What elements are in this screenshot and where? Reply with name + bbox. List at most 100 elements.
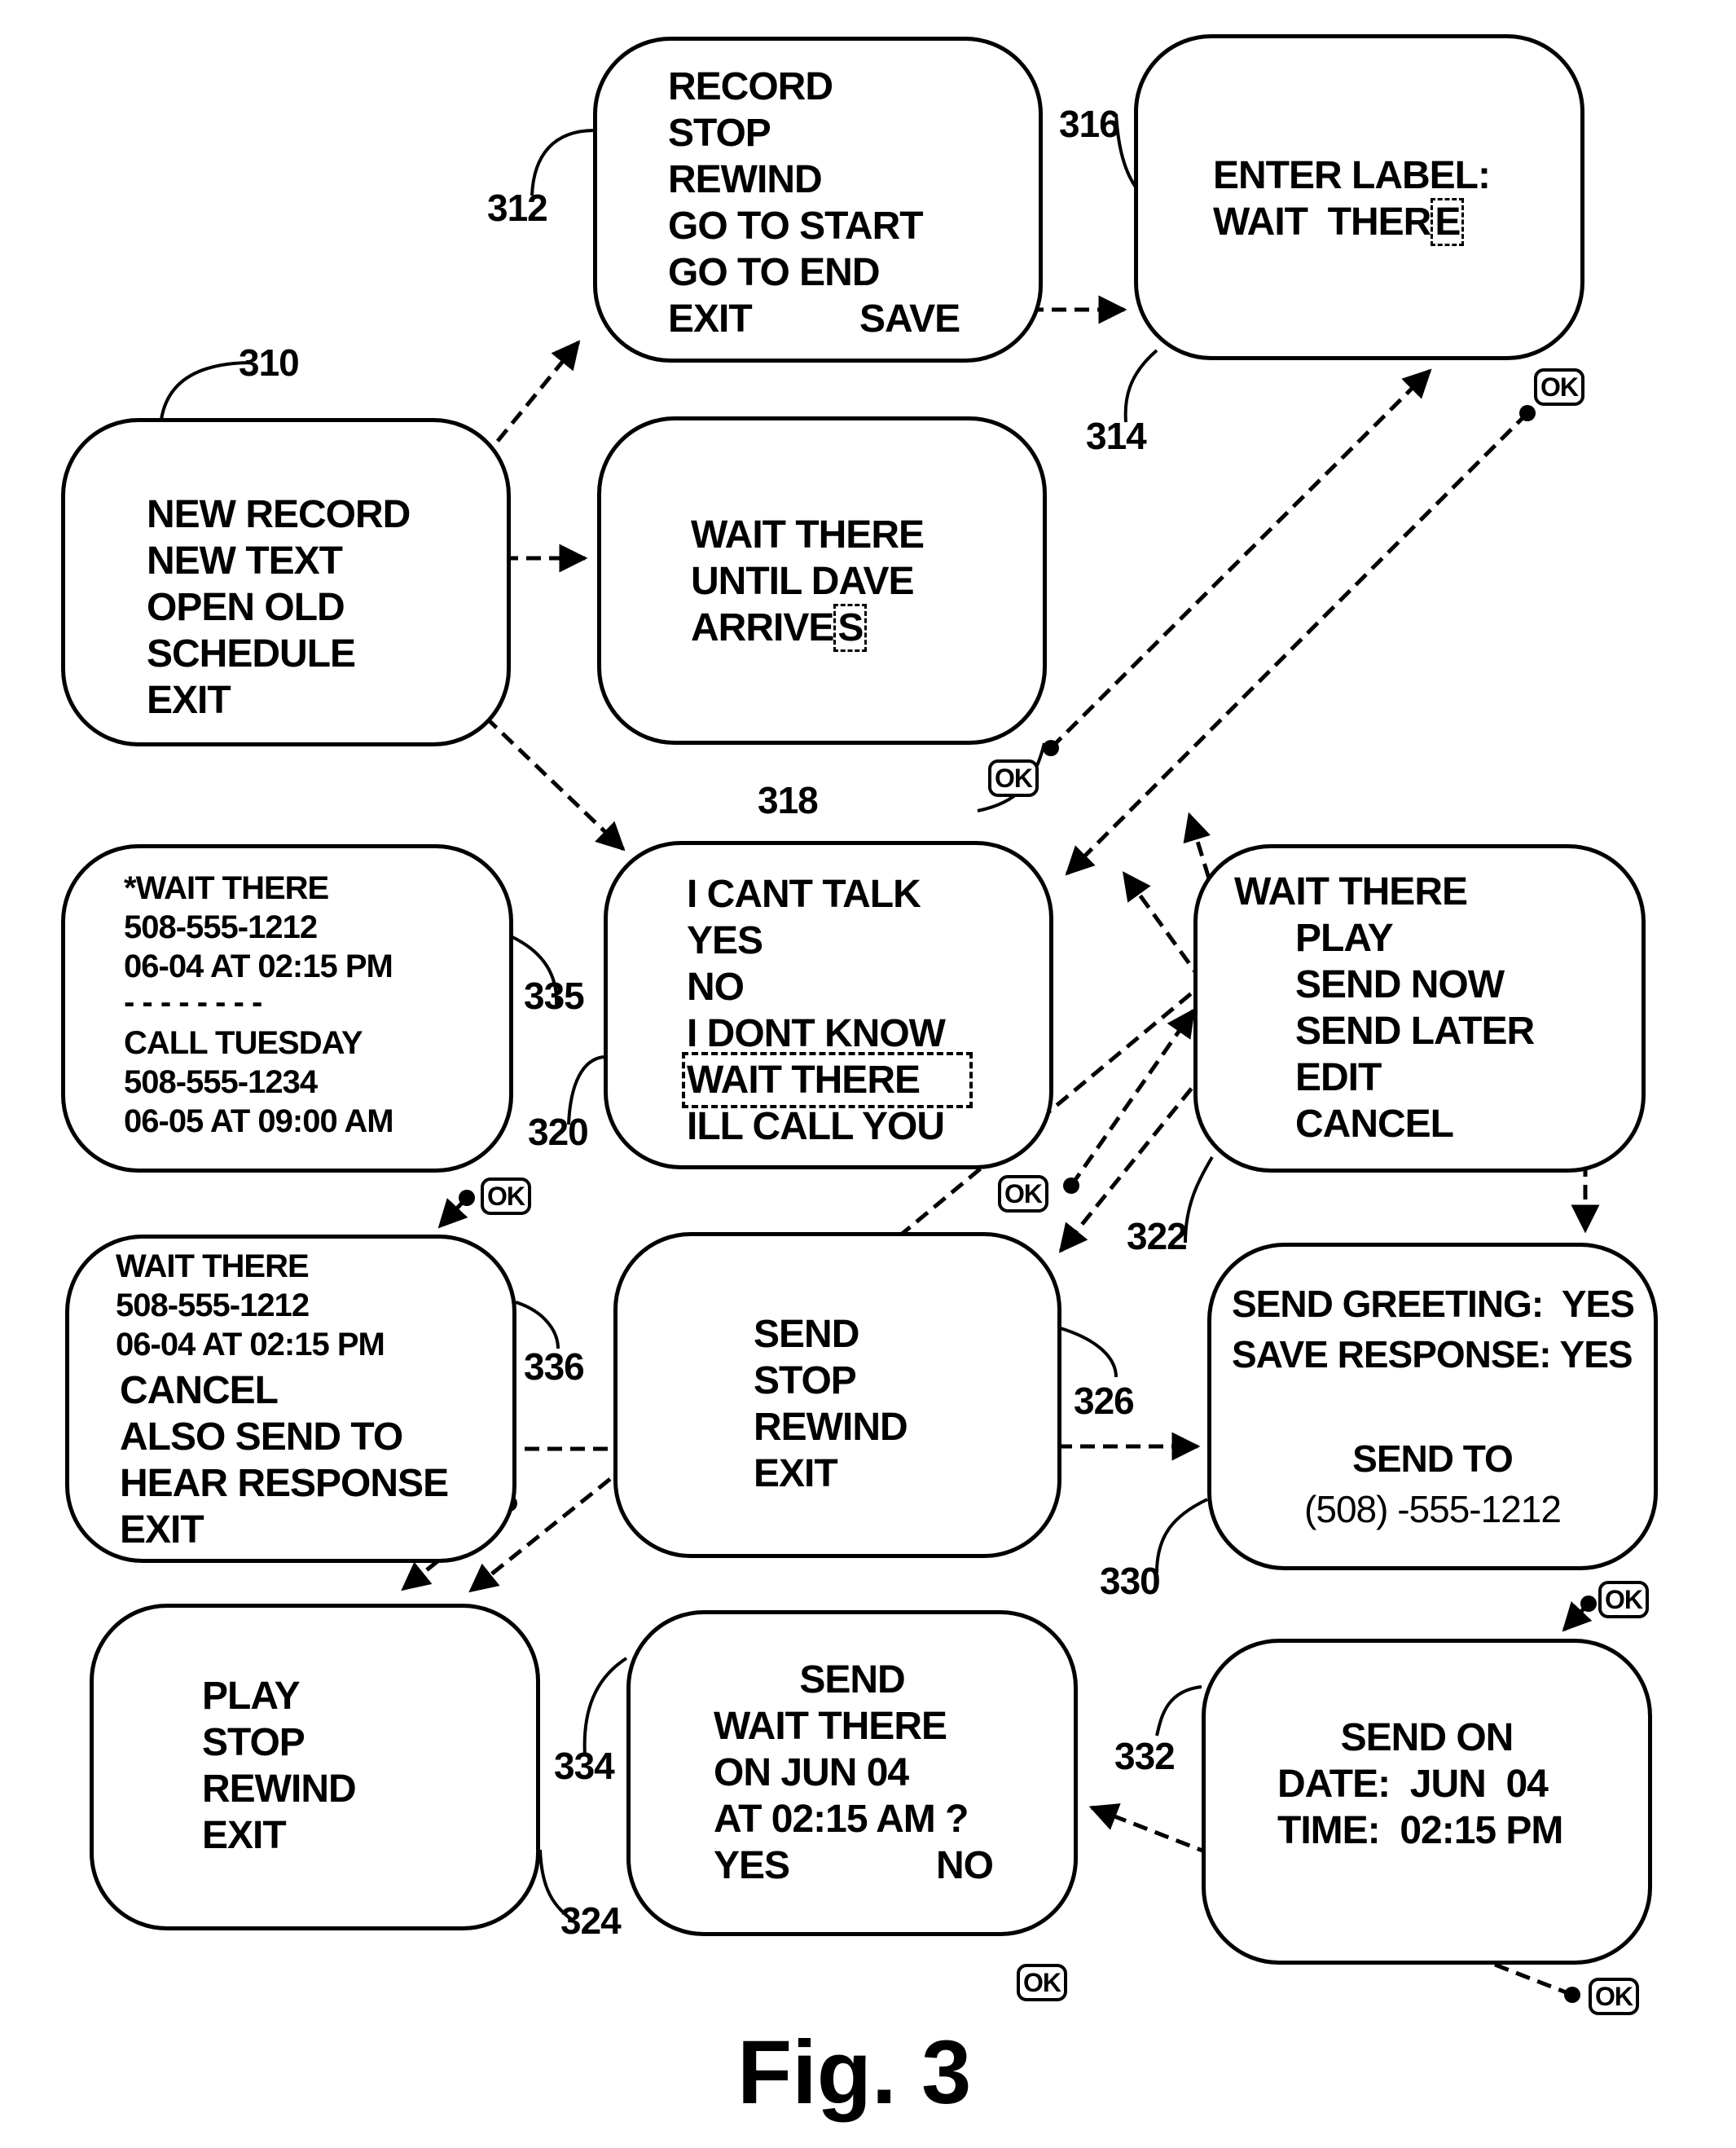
control-play[interactable]: PLAY	[202, 1673, 301, 1719]
action-send-later[interactable]: SEND LATER	[1295, 1008, 1535, 1054]
action-cancel[interactable]: CANCEL	[1295, 1101, 1454, 1147]
option-hear-response[interactable]: HEAR RESPONSE	[120, 1460, 449, 1507]
schedule-time[interactable]: TIME: 02:15 PM	[1277, 1807, 1563, 1854]
text-line-3: ARRIVE	[691, 606, 834, 649]
screen-326-send-controls: SEND STOP REWIND EXIT	[613, 1232, 1061, 1558]
action-play[interactable]: PLAY	[1295, 915, 1394, 962]
confirm-line-2: ON JUN 04	[714, 1751, 909, 1794]
ref-314: 314	[1086, 415, 1147, 457]
menu-item-go-to-end[interactable]: GO TO END	[668, 249, 880, 296]
detail-datetime: 06-04 AT 02:15 PM	[116, 1327, 385, 1362]
send-to-label: SEND TO	[1352, 1437, 1514, 1480]
screen-324-playback: PLAY STOP REWIND EXIT	[90, 1604, 540, 1930]
schedule-date[interactable]: DATE: JUN 04	[1277, 1761, 1549, 1807]
menu-item-save[interactable]: SAVE	[859, 296, 960, 342]
action-edit[interactable]: EDIT	[1295, 1054, 1382, 1101]
ok-button[interactable]: OK	[988, 759, 1039, 797]
ok-button[interactable]: OK	[1598, 1581, 1649, 1618]
text-cursor: S	[833, 604, 868, 652]
control-exit[interactable]: EXIT	[202, 1812, 287, 1859]
message-item-no[interactable]: NO	[687, 964, 745, 1010]
ok-button[interactable]: OK	[1589, 1978, 1639, 2015]
screen-312-record-controls: RECORD STOP REWIND GO TO START GO TO END…	[593, 37, 1043, 363]
message-item-i-dont-know[interactable]: I DONT KNOW	[687, 1010, 946, 1057]
option-exit[interactable]: EXIT	[120, 1507, 204, 1553]
screen-335-scheduled-list: *WAIT THERE 508-555-1212 06-04 AT 02:15 …	[61, 844, 513, 1173]
list-line: 508-555-1234	[124, 1064, 318, 1100]
ref-326: 326	[1074, 1380, 1135, 1422]
control-rewind[interactable]: REWIND	[202, 1766, 357, 1812]
screen-332-schedule-send: SEND ON DATE: JUN 04 TIME: 02:15 PM	[1202, 1639, 1652, 1965]
menu-item-schedule[interactable]: SCHEDULE	[147, 631, 356, 677]
label-input[interactable]: WAIT THER E	[1213, 198, 1465, 246]
action-send-now[interactable]: SEND NOW	[1295, 962, 1505, 1008]
list-line: 06-05 AT 09:00 AM	[124, 1103, 394, 1139]
ref-320: 320	[528, 1111, 589, 1153]
control-stop[interactable]: STOP	[754, 1358, 857, 1404]
label-prompt: ENTER LABEL:	[1213, 154, 1491, 197]
confirm-line-1: WAIT THERE	[714, 1705, 947, 1748]
menu-item-stop[interactable]: STOP	[668, 110, 771, 156]
ok-button[interactable]: OK	[481, 1177, 531, 1215]
control-rewind[interactable]: REWIND	[754, 1404, 908, 1450]
ok-button[interactable]: OK	[1017, 1964, 1067, 2001]
screen-314-enter-label: ENTER LABEL: WAIT THER E	[1134, 34, 1584, 360]
text-input[interactable]: ARRIVE S	[691, 604, 868, 652]
option-send-greeting[interactable]: SEND GREETING: YES	[1232, 1281, 1635, 1327]
screen-310-main-menu: NEW RECORD NEW TEXT OPEN OLD SCHEDULE EX…	[61, 418, 511, 746]
text-cursor: E	[1431, 198, 1465, 246]
option-save-response[interactable]: SAVE RESPONSE: YES	[1232, 1331, 1633, 1378]
screen-320-message-list: I CANT TALK YES NO I DONT KNOW WAIT THER…	[604, 841, 1053, 1169]
screen-336-scheduled-detail: WAIT THERE 508-555-1212 06-04 AT 02:15 P…	[65, 1235, 516, 1563]
confirm-line-3: AT 02:15 AM ?	[714, 1798, 969, 1841]
menu-item-open-old[interactable]: OPEN OLD	[147, 584, 345, 631]
ref-334: 334	[554, 1745, 615, 1787]
ok-button[interactable]: OK	[1534, 368, 1584, 406]
detail-title: WAIT THERE	[116, 1248, 310, 1284]
send-to-number[interactable]: (508) -555-1212	[1211, 1486, 1654, 1533]
control-exit[interactable]: EXIT	[754, 1450, 838, 1497]
text-line-1: WAIT THERE	[691, 513, 925, 557]
menu-item-rewind[interactable]: REWIND	[668, 156, 823, 203]
message-item-yes[interactable]: YES	[687, 918, 763, 964]
confirm-yes-button[interactable]: YES	[714, 1842, 790, 1889]
list-separator: - - - - - - - -	[124, 984, 262, 1020]
message-item-ill-call-you[interactable]: ILL CALL YOU	[687, 1103, 945, 1150]
ref-335: 335	[524, 975, 585, 1017]
figure-label: Fig. 3	[737, 2023, 972, 2123]
option-cancel[interactable]: CANCEL	[120, 1367, 279, 1414]
ref-318: 318	[758, 779, 819, 821]
ref-332: 332	[1114, 1735, 1176, 1777]
label-input-value: WAIT THER	[1213, 200, 1431, 244]
menu-item-new-record[interactable]: NEW RECORD	[147, 491, 411, 538]
menu-item-exit[interactable]: EXIT	[147, 677, 231, 724]
menu-item-go-to-start[interactable]: GO TO START	[668, 203, 924, 249]
menu-item-exit[interactable]: EXIT	[668, 296, 753, 342]
ref-324: 324	[560, 1899, 622, 1942]
list-line[interactable]: CALL TUESDAY	[124, 1023, 363, 1063]
screen-330-send-options: SEND GREETING: YES SAVE RESPONSE: YES SE…	[1207, 1243, 1658, 1570]
ref-330: 330	[1100, 1560, 1161, 1602]
control-stop[interactable]: STOP	[202, 1719, 305, 1766]
arrow-330-ok-to-332	[1562, 1601, 1593, 1632]
ref-316: 316	[1059, 103, 1120, 145]
arrow-320-ok-to-322	[1069, 1008, 1196, 1187]
menu-item-record[interactable]: RECORD	[668, 64, 833, 110]
ref-322: 322	[1127, 1215, 1188, 1257]
message-item-i-cant-talk[interactable]: I CANT TALK	[687, 871, 921, 918]
ok-button[interactable]: OK	[998, 1175, 1048, 1213]
message-title: WAIT THERE	[1234, 870, 1468, 913]
screen-318-text-entry: WAIT THERE UNTIL DAVE ARRIVE S	[597, 416, 1047, 745]
menu-item-new-text[interactable]: NEW TEXT	[147, 538, 343, 584]
screen-334-confirm-send: SEND WAIT THERE ON JUN 04 AT 02:15 AM ? …	[626, 1610, 1078, 1936]
confirm-title: SEND	[799, 1658, 905, 1701]
confirm-no-button[interactable]: NO	[936, 1842, 994, 1889]
ref-312: 312	[487, 187, 548, 229]
list-line: 508-555-1212	[124, 909, 318, 945]
control-send[interactable]: SEND	[754, 1311, 859, 1358]
ref-310: 310	[239, 341, 300, 384]
detail-number: 508-555-1212	[116, 1287, 310, 1323]
list-line[interactable]: *WAIT THERE	[124, 869, 329, 908]
message-item-wait-there-selected[interactable]: WAIT THERE	[682, 1052, 973, 1108]
option-also-send-to[interactable]: ALSO SEND TO	[120, 1414, 403, 1460]
